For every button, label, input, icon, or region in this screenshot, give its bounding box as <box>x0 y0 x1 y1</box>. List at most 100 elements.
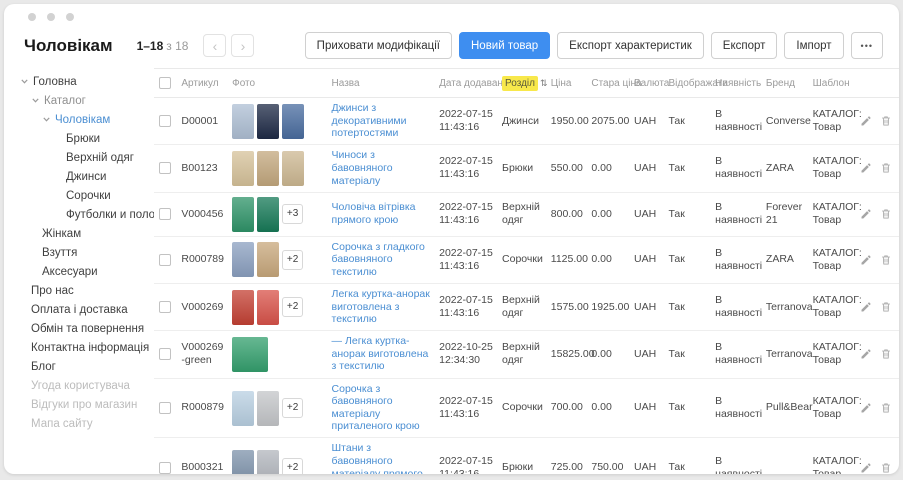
product-photo[interactable] <box>232 104 254 139</box>
next-page-button[interactable]: › <box>231 34 254 57</box>
export-button[interactable]: Експорт <box>711 32 778 59</box>
product-photo[interactable] <box>257 391 279 426</box>
more-photos-badge[interactable]: +2 <box>282 250 303 270</box>
pencil-icon[interactable] <box>860 462 872 474</box>
product-photo[interactable] <box>282 151 304 186</box>
more-actions-button[interactable]: ••• <box>851 32 883 59</box>
column-name[interactable]: Назва <box>329 69 437 98</box>
trash-icon[interactable] <box>880 348 892 360</box>
product-photo[interactable] <box>232 391 254 426</box>
hide-modifications-button[interactable]: Приховати модифікації <box>305 32 452 59</box>
sidebar-item[interactable]: Відгуки про магазин <box>20 395 154 414</box>
select-all-checkbox[interactable] <box>159 77 171 89</box>
pencil-icon[interactable] <box>860 115 872 127</box>
row-checkbox[interactable] <box>159 301 171 313</box>
column-date-added[interactable]: Дата додавання <box>436 69 499 98</box>
more-photos-badge[interactable]: +3 <box>282 204 303 224</box>
trash-icon[interactable] <box>880 462 892 474</box>
sidebar-item[interactable]: Сорочки <box>20 186 154 205</box>
trash-icon[interactable] <box>880 254 892 266</box>
column-currency[interactable]: Валюта <box>631 69 666 98</box>
row-checkbox[interactable] <box>159 402 171 414</box>
trash-icon[interactable] <box>880 162 892 174</box>
pencil-icon[interactable] <box>860 402 872 414</box>
column-price[interactable]: Ціна <box>548 69 589 98</box>
sidebar-item[interactable]: Блог <box>20 357 154 376</box>
column-template[interactable]: Шаблон <box>810 69 863 98</box>
import-button[interactable]: Імпорт <box>784 32 843 59</box>
pencil-icon[interactable] <box>860 162 872 174</box>
sidebar-item[interactable]: Жінкам <box>20 224 154 243</box>
product-photo[interactable] <box>257 450 279 474</box>
column-old-price[interactable]: Стара ціна <box>588 69 631 98</box>
pencil-icon[interactable] <box>860 301 872 313</box>
sidebar-item[interactable]: Контактна інформація <box>20 338 154 357</box>
sidebar-item[interactable]: Футболки и поло <box>20 205 154 224</box>
sidebar-item[interactable]: Обмін та повернення <box>20 319 154 338</box>
product-name-link[interactable]: Джинси з декоративними потертостями <box>332 102 434 140</box>
product-photo[interactable] <box>232 290 254 325</box>
product-photo[interactable] <box>232 450 254 474</box>
sidebar-item[interactable]: Угода користувача <box>20 376 154 395</box>
sidebar-item[interactable]: Мапа сайту <box>20 414 154 433</box>
window-control-dot[interactable] <box>66 13 74 21</box>
more-photos-badge[interactable]: +2 <box>282 398 303 418</box>
product-name-link[interactable]: Легка куртка-анорак виготовлена з тексти… <box>332 288 434 326</box>
product-name-link[interactable]: — Легка куртка-анорак виготовлена з текс… <box>332 335 434 373</box>
sidebar-item[interactable]: Джинси <box>20 167 154 186</box>
prev-page-button[interactable]: ‹ <box>203 34 226 57</box>
product-photo[interactable] <box>232 337 268 372</box>
trash-icon[interactable] <box>880 208 892 220</box>
window-control-dot[interactable] <box>47 13 55 21</box>
row-checkbox[interactable] <box>159 115 171 127</box>
product-photo[interactable] <box>282 104 304 139</box>
product-name-link[interactable]: Штани з бавовняного матеріалу прямого кр… <box>332 442 434 474</box>
trash-icon[interactable] <box>880 402 892 414</box>
product-availability: В наявності <box>712 438 763 474</box>
sidebar-item[interactable]: Чоловікам <box>20 110 154 129</box>
export-characteristics-button[interactable]: Експорт характеристик <box>557 32 704 59</box>
row-checkbox[interactable] <box>159 462 171 474</box>
product-photo[interactable] <box>257 242 279 277</box>
more-photos-badge[interactable]: +2 <box>282 458 303 474</box>
window-control-dot[interactable] <box>28 13 36 21</box>
new-product-button[interactable]: Новий товар <box>459 32 550 59</box>
product-photo[interactable] <box>257 104 279 139</box>
sidebar-item[interactable]: Каталог <box>20 91 154 110</box>
product-name-link[interactable]: Сорочка з бавовняного матеріалу притален… <box>332 383 434 433</box>
product-photo[interactable] <box>232 151 254 186</box>
trash-icon[interactable] <box>880 301 892 313</box>
product-photo[interactable] <box>232 242 254 277</box>
product-name-link[interactable]: Чиноси з бавовняного матеріалу <box>332 149 434 187</box>
product-photo[interactable] <box>232 197 254 232</box>
column-display[interactable]: Відображати <box>665 69 712 98</box>
product-photo[interactable] <box>257 197 279 232</box>
product-name-link[interactable]: Чоловіча вітрівка прямого крою <box>332 201 434 226</box>
row-checkbox[interactable] <box>159 162 171 174</box>
column-brand[interactable]: Бренд <box>763 69 810 98</box>
pencil-icon[interactable] <box>860 208 872 220</box>
column-photo[interactable]: Фото <box>229 69 328 98</box>
row-checkbox[interactable] <box>159 348 171 360</box>
row-checkbox[interactable] <box>159 208 171 220</box>
sidebar-item[interactable]: Верхній одяг <box>20 148 154 167</box>
product-name-link[interactable]: Сорочка з гладкого бавовняного текстилю <box>332 241 434 279</box>
column-availability[interactable]: Наявність <box>712 69 763 98</box>
product-photo[interactable] <box>257 290 279 325</box>
sidebar-item[interactable]: Аксесуари <box>20 262 154 281</box>
more-photos-badge[interactable]: +2 <box>282 297 303 317</box>
trash-icon[interactable] <box>880 115 892 127</box>
sort-arrows-icon[interactable]: ⇅ <box>540 78 548 88</box>
sidebar-item[interactable]: Взуття <box>20 243 154 262</box>
row-checkbox[interactable] <box>159 254 171 266</box>
sidebar-item[interactable]: Про нас <box>20 281 154 300</box>
column-section-label[interactable]: Розділ <box>502 76 538 91</box>
pencil-icon[interactable] <box>860 254 872 266</box>
sidebar-item[interactable]: Оплата і доставка <box>20 300 154 319</box>
product-photo[interactable] <box>257 151 279 186</box>
column-sku[interactable]: Артикул <box>178 69 229 98</box>
pencil-icon[interactable] <box>860 348 872 360</box>
page-header: Чоловікам 1–18з 18 ‹ › Приховати модифік… <box>4 30 899 68</box>
sidebar-item[interactable]: Головна <box>20 72 154 91</box>
sidebar-item[interactable]: Брюки <box>20 129 154 148</box>
